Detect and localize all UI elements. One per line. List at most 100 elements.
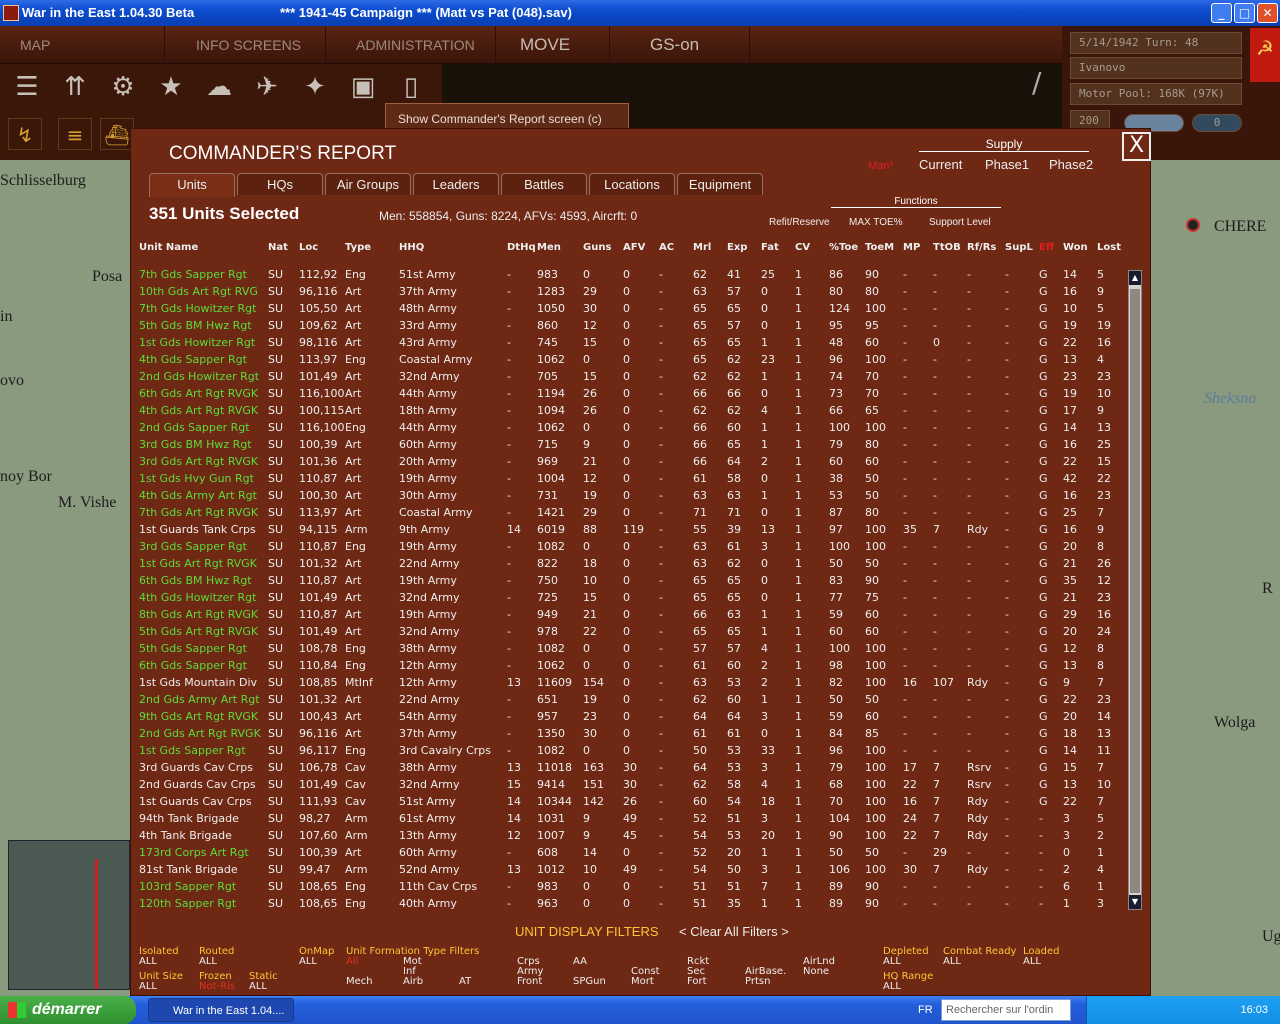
table-row[interactable]: 2nd Gds Sapper Rgt SU 116,100 Eng 44th Army -… (131, 419, 1126, 436)
cell-unit-name[interactable]: 8th Gds Art Rgt RVGK (139, 608, 258, 621)
table-row[interactable]: 2nd Gds Army Art Rgt SU 101,32 Art 22nd Army… (131, 691, 1126, 708)
filter-routed-value[interactable]: ALL (199, 957, 217, 967)
table-row[interactable]: 3rd Gds Art Rgt RVGK SU 101,36 Art 20th Army… (131, 453, 1126, 470)
cell-unit-name[interactable]: 1st Guards Tank Crps (139, 523, 256, 536)
cell-unit-name[interactable]: 5th Gds Sapper Rgt (139, 642, 247, 655)
search-input[interactable]: Rechercher sur l'ordin (941, 999, 1071, 1021)
cell-unit-name[interactable]: 4th Tank Brigade (139, 829, 232, 842)
table-row[interactable]: 8th Gds Art Rgt RVGK SU 110,87 Art 19th Army… (131, 606, 1126, 623)
table-row[interactable]: 4th Tank Brigade SU 107,60 Arm 13th Army 12 10… (131, 827, 1126, 844)
tab-info-screens[interactable]: INFO SCREENS (176, 26, 326, 64)
column-header-loc[interactable]: Loc (299, 242, 318, 253)
cell-unit-name[interactable]: 4th Gds Army Art Rgt (139, 489, 257, 502)
filter-unit-size-value[interactable]: ALL (139, 982, 157, 992)
supply-phase1[interactable]: Phase1 (985, 157, 1029, 172)
table-row[interactable]: 1st Guards Tank Crps SU 94,115 Arm 9th Army 1… (131, 521, 1126, 538)
tab-leaders[interactable]: Leaders (413, 173, 499, 195)
table-row[interactable]: 1st Gds Art Rgt RVGK SU 101,32 Art 22nd Army… (131, 555, 1126, 572)
max-toe-button[interactable]: MAX TOE% (849, 217, 903, 228)
table-row[interactable]: 5th Gds Sapper Rgt SU 108,78 Eng 38th Army - 1… (131, 640, 1126, 657)
cell-unit-name[interactable]: 2nd Gds Army Art Rgt (139, 693, 260, 706)
f3-ship-icon[interactable]: ⛴ (100, 118, 134, 150)
refit-reserve-button[interactable]: Refit/Reserve (769, 217, 830, 228)
gear-icon[interactable]: ⚙ (104, 68, 142, 106)
column-header-eff[interactable]: Eff (1039, 242, 1054, 253)
table-row[interactable]: 9th Gds Art Rgt RVGK SU 100,43 Art 54th Army… (131, 708, 1126, 725)
column-header-men[interactable]: Men (537, 242, 561, 253)
clear-filters-button[interactable]: < Clear All Filters > (679, 924, 789, 939)
units-icon[interactable]: ⇈ (56, 68, 94, 106)
close-window-button[interactable]: ✕ (1257, 3, 1278, 23)
column-header-supl[interactable]: SupL (1005, 242, 1033, 253)
cell-unit-name[interactable]: 9th Gds Art Rgt RVGK (139, 710, 258, 723)
table-row[interactable]: 5th Gds BM Hwz Rgt SU 109,62 Art 33rd Army - 8… (131, 317, 1126, 334)
column-header-cv[interactable]: CV (795, 242, 810, 253)
cell-unit-name[interactable]: 6th Gds Art Rgt RVGK (139, 387, 258, 400)
filter-fort[interactable]: Fort (687, 977, 707, 987)
f1-path-icon[interactable]: ↯ (8, 118, 42, 150)
table-row[interactable]: 3rd Gds Sapper Rgt SU 110,87 Eng 19th Army - 1… (131, 538, 1126, 555)
column-header-lost[interactable]: Lost (1097, 242, 1121, 253)
column-header-toe-pct[interactable]: %Toe (829, 242, 858, 253)
column-header-ttob[interactable]: TtOB (933, 242, 961, 253)
cell-unit-name[interactable]: 1st Guards Cav Crps (139, 795, 252, 808)
cell-unit-name[interactable]: 5th Gds Art Rgt RVGK (139, 625, 258, 638)
tab-gs-on[interactable]: GS-on (630, 26, 750, 64)
column-header-won[interactable]: Won (1063, 242, 1088, 253)
cell-unit-name[interactable]: 10th Gds Art Rgt RVG (139, 285, 258, 298)
scroll-down-icon[interactable]: ▼ (1129, 895, 1141, 909)
cell-unit-name[interactable]: 4th Gds Howitzer Rgt (139, 591, 256, 604)
filter-hq-range-value[interactable]: ALL (883, 982, 901, 992)
filter-front[interactable]: Front (517, 977, 542, 987)
filter-mech[interactable]: Mech (346, 977, 373, 987)
cell-unit-name[interactable]: 81st Tank Brigade (139, 863, 238, 876)
cell-unit-name[interactable]: 3rd Gds Sapper Rgt (139, 540, 247, 553)
cell-unit-name[interactable]: 2nd Guards Cav Crps (139, 778, 256, 791)
window-titlebar[interactable]: War in the East 1.04.30 Beta *** 1941-45… (0, 0, 1280, 26)
table-row[interactable]: 94th Tank Brigade SU 98,27 Arm 61st Army 14 10… (131, 810, 1126, 827)
start-button[interactable]: démarrer (0, 996, 136, 1024)
column-header-dthq[interactable]: DtHq (507, 242, 536, 253)
column-header-exp[interactable]: Exp (727, 242, 747, 253)
table-row[interactable]: 6th Gds BM Hwz Rgt SU 110,87 Art 19th Army - 7… (131, 572, 1126, 589)
table-row[interactable]: 173rd Corps Art Rgt SU 100,39 Art 60th Army -… (131, 844, 1126, 861)
cell-unit-name[interactable]: 94th Tank Brigade (139, 812, 239, 825)
filter-isolated-value[interactable]: ALL (139, 957, 157, 967)
tab-units[interactable]: Units (149, 173, 235, 197)
minimize-button[interactable]: _ (1211, 3, 1232, 23)
cell-unit-name[interactable]: 4th Gds Sapper Rgt (139, 353, 247, 366)
column-header-hhq[interactable]: HHQ (399, 242, 424, 253)
filter-prtsn[interactable]: Prtsn (745, 977, 770, 987)
fuel-icon[interactable]: ▯ (392, 68, 430, 106)
cell-unit-name[interactable]: 6th Gds BM Hwz Rgt (139, 574, 252, 587)
tab-move[interactable]: MOVE (500, 26, 610, 64)
cell-unit-name[interactable]: 7th Gds Art Rgt RVGK (139, 506, 258, 519)
table-row[interactable]: 10th Gds Art Rgt RVG SU 96,116 Art 37th Army… (131, 283, 1126, 300)
cell-unit-name[interactable]: 1st Gds Sapper Rgt (139, 744, 246, 757)
cell-unit-name[interactable]: 173rd Corps Art Rgt (139, 846, 249, 859)
tab-administration[interactable]: ADMINISTRATION (336, 26, 496, 64)
cell-unit-name[interactable]: 1st Gds Howitzer Rgt (139, 336, 255, 349)
table-row[interactable]: 6th Gds Art Rgt RVGK SU 116,100 Art 44th Arm… (131, 385, 1126, 402)
weather-icon[interactable]: ☁ (200, 68, 238, 106)
table-row[interactable]: 7th Gds Sapper Rgt SU 112,92 Eng 51st Army - 9… (131, 266, 1126, 283)
cell-unit-name[interactable]: 7th Gds Howitzer Rgt (139, 302, 256, 315)
table-row[interactable]: 4th Gds Howitzer Rgt SU 101,49 Art 32nd Army… (131, 589, 1126, 606)
column-header-afv[interactable]: AFV (623, 242, 645, 253)
minimap[interactable] (8, 840, 130, 990)
support-level-button[interactable]: Support Level (929, 217, 991, 228)
column-header-nat[interactable]: Nat (268, 242, 288, 253)
cell-unit-name[interactable]: 103rd Sapper Rgt (139, 880, 236, 893)
filter-mort[interactable]: Mort (631, 977, 654, 987)
cell-unit-name[interactable]: 3rd Gds Art Rgt RVGK (139, 455, 258, 468)
scrollbar[interactable]: ▲ ▼ (1128, 270, 1142, 910)
table-row[interactable]: 3rd Gds BM Hwz Rgt SU 100,39 Art 60th Army - 7… (131, 436, 1126, 453)
stack-icon[interactable]: ☰ (8, 68, 46, 106)
cell-unit-name[interactable]: 3rd Gds BM Hwz Rgt (139, 438, 252, 451)
column-header-fat[interactable]: Fat (761, 242, 779, 253)
air-icon[interactable]: ✈ (248, 68, 286, 106)
filter-none[interactable]: None (803, 967, 829, 977)
filter-static-value[interactable]: ALL (249, 982, 267, 992)
filter-airb[interactable]: Airb (403, 977, 423, 987)
cell-unit-name[interactable]: 120th Sapper Rgt (139, 897, 236, 910)
